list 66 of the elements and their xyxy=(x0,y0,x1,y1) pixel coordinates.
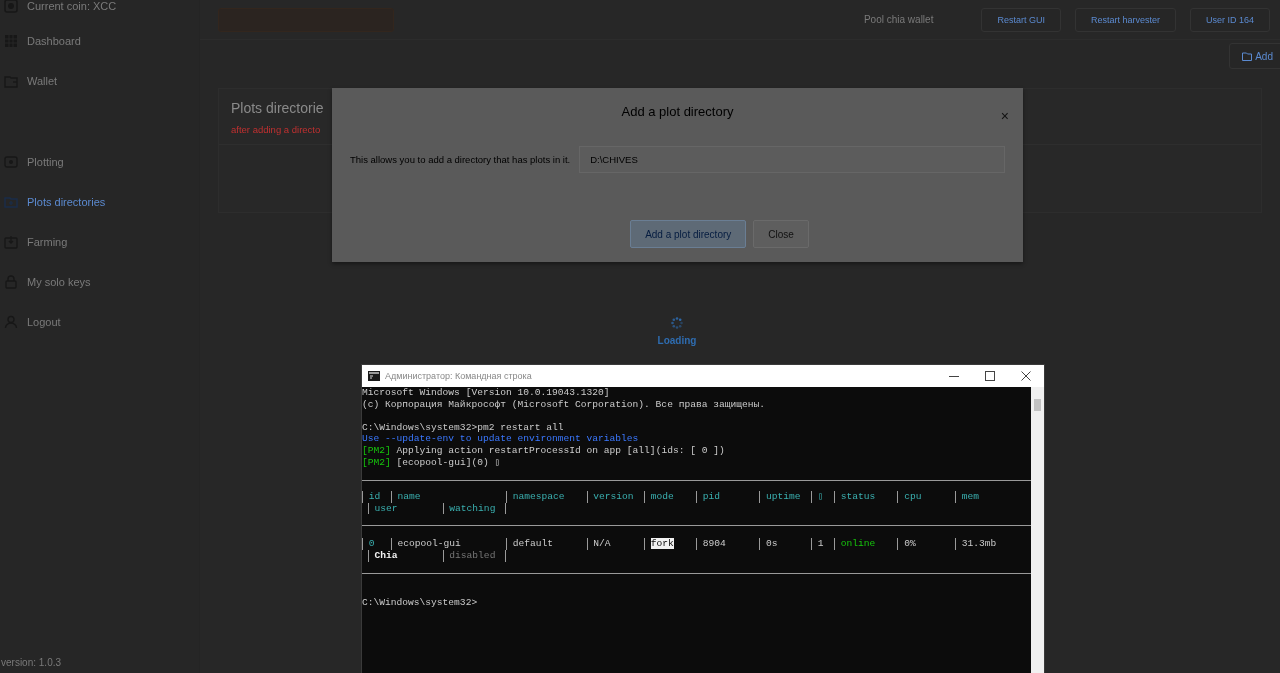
console-text: Chia xyxy=(374,549,398,561)
sidebar-item[interactable]: Dashboard xyxy=(0,21,199,61)
column-header: watching xyxy=(449,502,496,514)
console-text: N/A xyxy=(593,538,611,550)
column-header: mode xyxy=(650,491,674,503)
toolbar-button[interactable]: Restart GUI xyxy=(981,7,1061,32)
column-header: cpu xyxy=(904,491,922,503)
toolbar-button[interactable]: User ID 164 xyxy=(1189,7,1270,32)
column-header: version xyxy=(593,491,634,503)
toolbar-button[interactable]: Restart harvester xyxy=(1074,7,1176,32)
card-title: Plots directorie xyxy=(231,100,324,116)
console-text: [PM2] xyxy=(362,456,391,468)
close-icon[interactable] xyxy=(1021,371,1031,381)
console-text: Microsoft Windows [Version 10.0.19043.1320] xyxy=(362,387,610,398)
sidebar-item[interactable]: My solo keys xyxy=(0,262,199,302)
console-text: [ecopool-gui](0) ▯ xyxy=(395,456,501,468)
console-text: 0% xyxy=(904,538,916,550)
console-text: Applying action restartProcessId on app [all](ids: [ 0 ]) xyxy=(395,444,725,456)
console-text: 1 xyxy=(817,538,824,550)
column-header: status xyxy=(840,491,876,503)
close-dialog-button[interactable]: Close xyxy=(753,220,809,248)
folder-icon xyxy=(4,195,18,209)
sidebar-item[interactable]: Current coin: XCC xyxy=(0,0,199,21)
column-header: mem xyxy=(961,491,979,503)
column-header: user xyxy=(374,502,398,514)
column-header: name xyxy=(397,491,421,503)
console-text: 0 xyxy=(368,538,375,550)
close-button[interactable]: × xyxy=(1000,102,1009,130)
console-text: C:\Windows\system32> xyxy=(362,596,479,609)
console-text: [PM2] xyxy=(362,444,391,456)
console-text: online xyxy=(840,538,876,550)
column-header: id xyxy=(368,491,381,503)
wallet-label: Pool chia wallet xyxy=(863,14,934,25)
console-icon xyxy=(368,371,380,381)
console-text: 31.3mb xyxy=(961,538,997,550)
column-header: namespace xyxy=(512,491,565,503)
column-header: pid xyxy=(702,491,720,503)
console-text: default xyxy=(512,538,553,550)
column-header: ▯ xyxy=(817,491,824,503)
console-text: Use --update-env to update environment variables xyxy=(362,433,639,445)
console-text: (c) Корпорация Майкрософт (Microsoft Corporation). Все права защищены. xyxy=(362,398,765,410)
window-title: Администратор: Командная строка xyxy=(385,371,533,381)
sidebar-item[interactable]: Plotting xyxy=(0,142,199,182)
version-text: version: 1.0.3 xyxy=(1,657,63,668)
maximize-icon[interactable] xyxy=(985,371,995,381)
add-button[interactable]: Add xyxy=(1229,43,1280,69)
sidebar-item[interactable]: Logout xyxy=(0,302,199,342)
sidebar-item[interactable]: Wallet xyxy=(0,61,199,101)
console-text: ecopool-gui xyxy=(397,538,461,550)
sidebar-item[interactable]: Plots directories xyxy=(0,182,199,222)
console-text: fork xyxy=(650,538,674,550)
console-text: C:\Windows\system32>pm2 restart all xyxy=(362,421,564,433)
dialog-title: Add a plot directory xyxy=(621,103,734,119)
console-text: 8904 xyxy=(702,538,726,550)
sidebar-item[interactable]: Farming xyxy=(0,222,199,262)
console-text: disabled xyxy=(449,549,496,561)
add-directory-button[interactable]: Add a plot directory xyxy=(630,220,747,248)
warning-text: after adding a directo xyxy=(231,124,321,135)
spinner-icon xyxy=(671,317,683,329)
scrollbar[interactable] xyxy=(1031,387,1044,673)
console-text: 0s xyxy=(765,538,778,550)
directory-input-field[interactable]: D:\CHIVES xyxy=(579,146,1005,173)
field-label: This allows you to add a directory that has plots in it. xyxy=(350,154,571,165)
loading-text: Loading xyxy=(657,335,697,346)
column-header: uptime xyxy=(765,491,801,503)
folder-icon xyxy=(1242,51,1253,61)
